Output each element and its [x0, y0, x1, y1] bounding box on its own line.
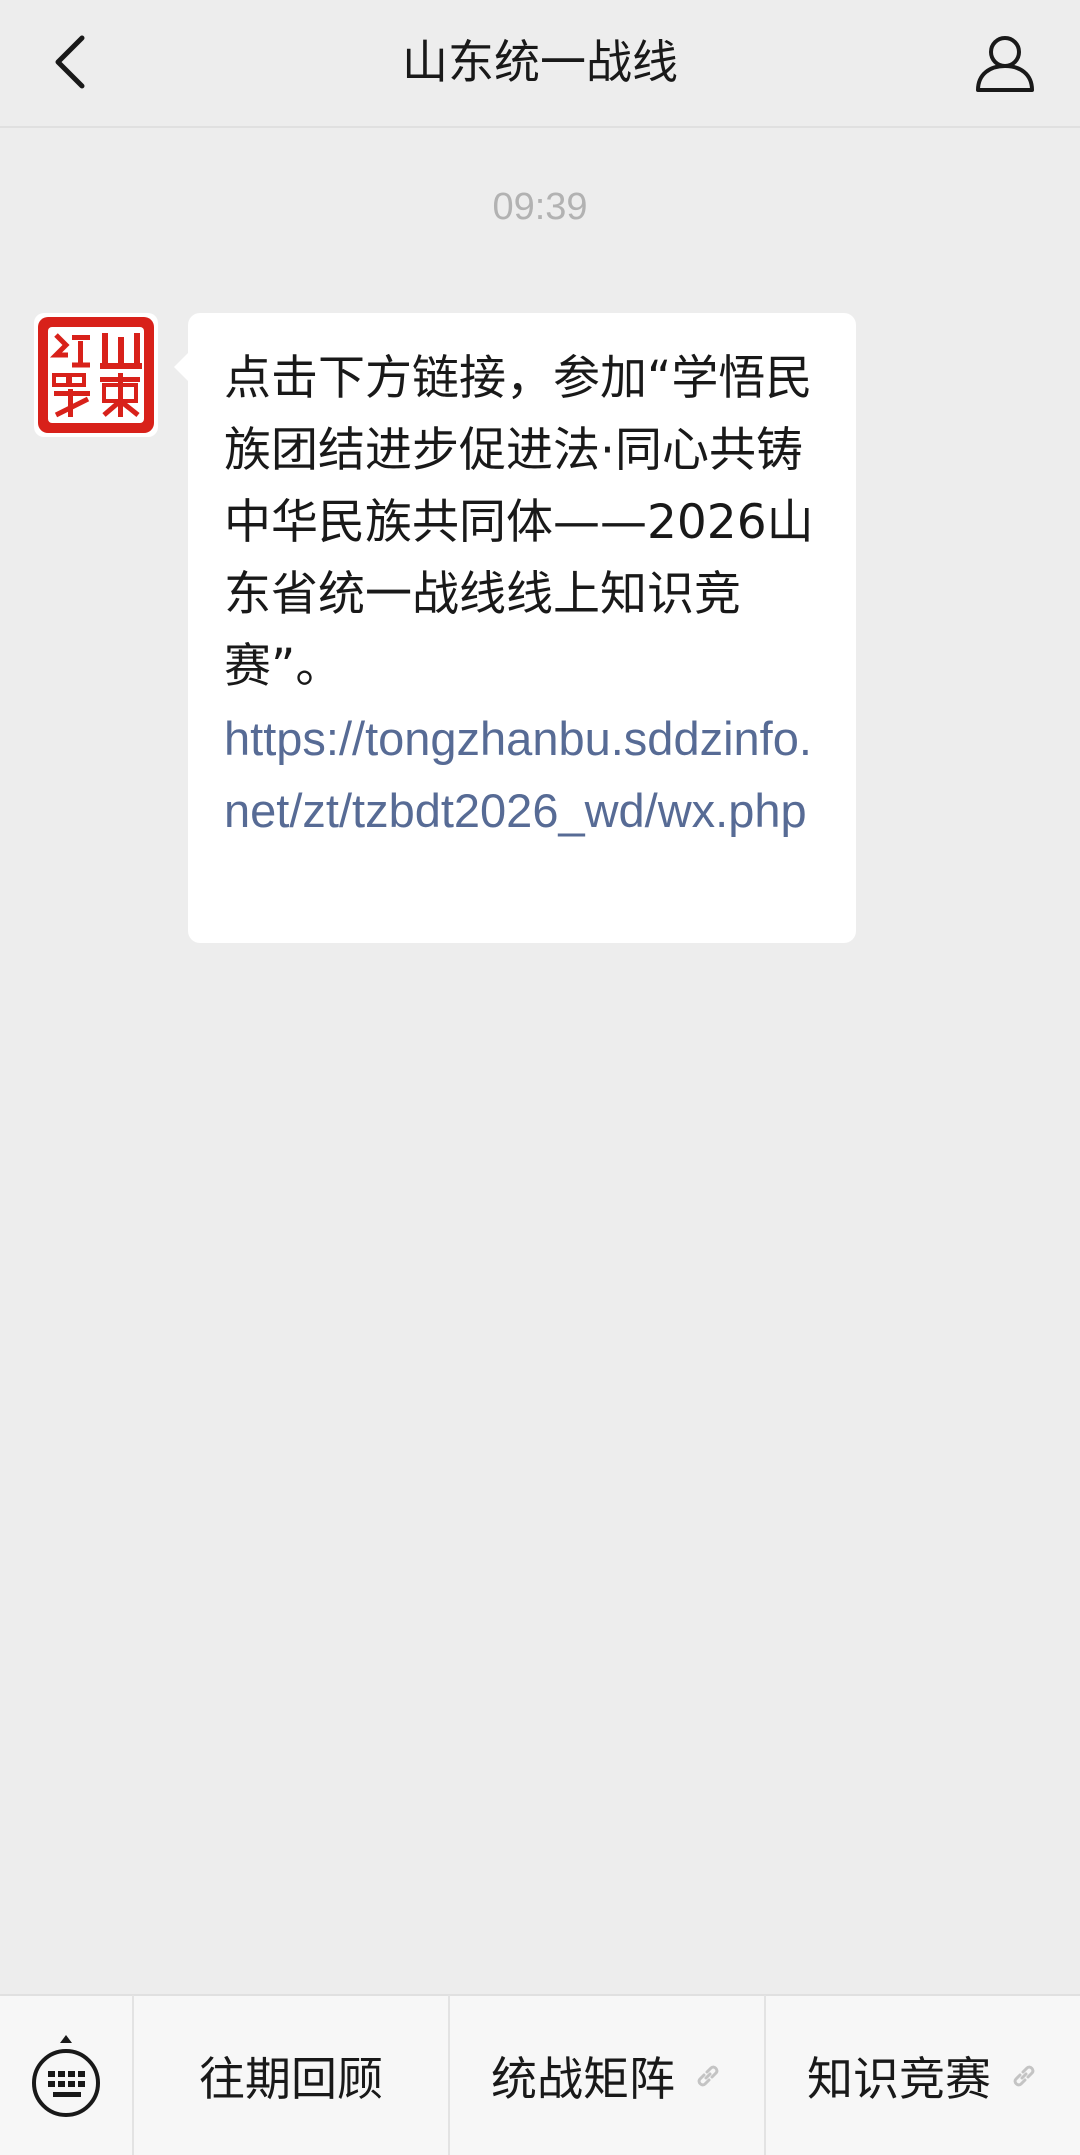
menu-item-quiz[interactable]: 知识竞赛	[764, 1995, 1080, 2155]
link-icon	[1009, 2061, 1039, 2091]
person-icon	[976, 36, 1034, 92]
keyboard-icon	[32, 2034, 100, 2117]
keyboard-toggle-button[interactable]	[0, 1995, 132, 2155]
menu-item-label: 统战矩阵	[491, 2051, 675, 2106]
bottom-menu-bar: 往期回顾 统战矩阵 知识竞赛	[0, 1994, 1080, 2155]
message-link[interactable]: https://tongzhanbu.sddzinfo.net/zt/tzbdt…	[224, 703, 832, 847]
header-bar: 山东统一战线	[0, 0, 1080, 128]
profile-button[interactable]	[970, 28, 1040, 98]
menu-item-matrix[interactable]: 统战矩阵	[448, 1995, 764, 2155]
page-title: 山东统一战线	[402, 35, 678, 89]
seal-logo	[38, 317, 154, 433]
avatar[interactable]	[34, 313, 158, 437]
menu-item-label: 往期回顾	[199, 2051, 383, 2106]
chevron-left-icon	[55, 35, 85, 89]
menu-item-label: 知识竞赛	[807, 2051, 991, 2106]
menu-item-history[interactable]: 往期回顾	[132, 1995, 448, 2155]
message-text: 点击下方链接，参加“学悟民族团结进步促进法·同心共铸中华民族共同体——2026山…	[224, 351, 814, 694]
link-icon	[693, 2061, 723, 2091]
back-button[interactable]	[40, 30, 100, 94]
message-bubble[interactable]: 点击下方链接，参加“学悟民族团结进步促进法·同心共铸中华民族共同体——2026山…	[174, 313, 856, 943]
message-timestamp: 09:39	[492, 186, 588, 228]
